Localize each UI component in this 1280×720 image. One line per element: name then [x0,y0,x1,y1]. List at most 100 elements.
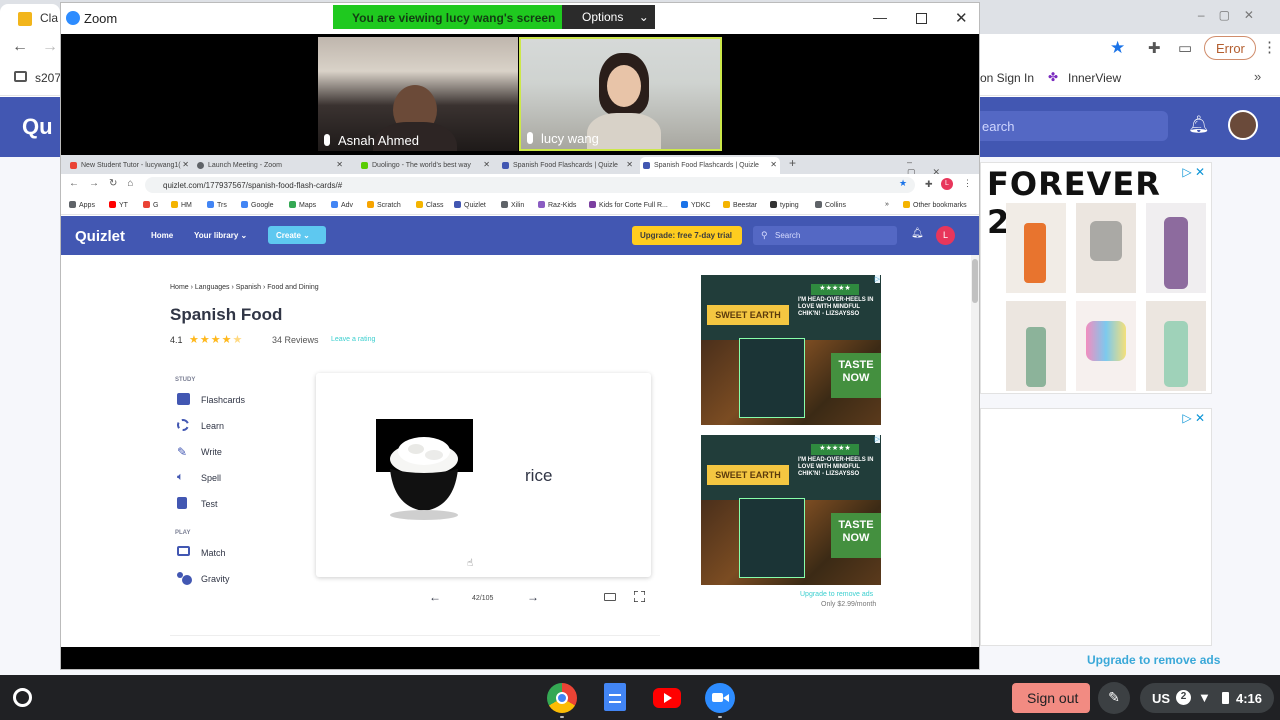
participant-video-lucy[interactable]: lucy wang [519,37,722,151]
participant-video-asnah[interactable]: Asnah Ahmed [318,37,518,151]
upgrade-remove-ads-link[interactable]: Upgrade to remove ads [800,591,873,598]
bookmark-ydkc[interactable]: YDKC [681,201,710,209]
bookmark-beestar[interactable]: Beestar [723,201,757,209]
close-tab-icon[interactable]: ✕ [336,160,343,169]
shared-screen[interactable]: New Student Tutor - lucywang1( ✕ Launch … [61,155,979,647]
create-button[interactable]: Create ⌄ [268,226,326,244]
flashcard[interactable]: rice ☝︎ [316,373,651,577]
profile-avatar[interactable]: L [941,178,953,190]
ad-choices-icon[interactable]: ▷ [874,435,880,443]
bookmark-raz-kids[interactable]: Raz-Kids [538,201,576,209]
bookmark-hm[interactable]: HM [171,201,192,209]
bookmark-class[interactable]: Class [416,201,444,209]
avatar[interactable]: L [936,226,955,245]
shared-tab-active[interactable]: Spanish Food Flashcards | Quizle ✕ [640,157,780,174]
ad-choices-icon[interactable]: ▷ [874,275,880,283]
forward-arrow-icon[interactable]: → [42,38,58,56]
close-tab-icon[interactable]: ✕ [626,160,633,169]
cast-icon[interactable]: ▭ [1178,39,1192,57]
upgrade-trial-button[interactable]: Upgrade: free 7-day trial [632,226,742,245]
notification-bell-icon[interactable]: 🔔︎ [911,228,924,239]
minimize-icon[interactable]: — [873,9,887,25]
status-tray[interactable]: US 2 ▼ 4:16 [1140,683,1274,713]
profile-error-button[interactable]: Error [1204,36,1256,60]
shared-tab[interactable]: Launch Meeting - Zoom ✕ [194,157,346,174]
bookmarks-overflow[interactable]: » [1254,69,1261,84]
bookmark-yt[interactable]: YT [109,201,128,209]
shared-tab[interactable]: New Student Tutor - lucywang1( ✕ [67,157,192,174]
chrome-app-icon[interactable] [547,683,577,713]
background-tab[interactable]: Cla [0,4,60,34]
nav-home[interactable]: Home [151,231,173,240]
sweet-earth-ad[interactable]: ▷ SWEET EARTH ★★★★★ I'M HEAD-OVER-HEELS … [701,275,881,425]
bookmark-trs[interactable]: Trs [207,201,227,209]
bookmark-star-icon[interactable]: ★ [899,178,907,189]
notification-bell-icon[interactable]: 🔔︎ [1188,115,1210,135]
match-icon [177,546,190,556]
bookmark-typing[interactable]: typing [770,201,799,209]
bookmark-xilin[interactable]: Xilin [501,201,524,209]
bookmark-quizlet[interactable]: Quizlet [454,201,486,209]
new-tab-icon[interactable]: + [789,156,796,170]
bookmark-star-icon[interactable]: ★ [1110,38,1125,58]
maximize-icon[interactable] [916,13,927,24]
sign-out-button[interactable]: Sign out [1012,683,1090,713]
sweet-earth-ad[interactable]: ▷ SWEET EARTH ★★★★★ I'M HEAD-OVER-HEELS … [701,435,881,585]
bookmark-innerview[interactable]: InnerView [1068,71,1121,85]
blank-ad[interactable]: ▷ ✕ [980,408,1212,646]
bookmark-collins[interactable]: Collins [815,201,846,209]
bookmark-apps[interactable]: Apps [69,201,95,209]
bookmark-g[interactable]: G [143,201,158,209]
background-window-controls[interactable]: –▢✕ [1198,8,1268,22]
extensions-puzzle-icon[interactable]: ✚ [925,179,933,190]
other-bookmarks[interactable]: Other bookmarks [903,201,967,209]
back-arrow-icon[interactable]: ← [12,38,28,56]
scrollbar-thumb[interactable] [972,259,978,303]
close-tab-icon[interactable]: ✕ [182,160,189,169]
close-icon[interactable]: ✕ [955,9,968,27]
leave-rating-link[interactable]: Leave a rating [331,336,375,343]
close-tab-icon[interactable]: ✕ [483,160,490,169]
view-options-button[interactable]: Options ⌄ [562,5,655,29]
launcher-icon[interactable] [13,688,32,707]
ad-product-tile [1006,203,1066,293]
address-bar[interactable]: quizlet.com/177937567/spanish-food-flash… [145,177,915,193]
navigation-icons[interactable]: ←→↻⌂ [69,178,143,189]
bookmark-sign-in[interactable]: on Sign In [980,71,1034,85]
bookmark-item[interactable]: s207 [35,71,61,85]
close-tab-icon[interactable]: ✕ [770,160,777,169]
bookmark-scratch[interactable]: Scratch [367,201,401,209]
forever21-ad[interactable]: FOREVER 21 ▷ ✕ [980,162,1212,394]
previous-card-arrow-icon[interactable]: ← [429,590,441,604]
search-input[interactable]: ⚲ Search [753,226,897,245]
nav-your-library[interactable]: Your library ⌄ [194,231,247,240]
zoom-app-icon[interactable] [705,683,735,713]
background-search-input[interactable]: earch [968,111,1168,141]
quizlet-logo[interactable]: Quizlet [75,228,125,245]
bookmark-kids-corte[interactable]: Kids for Corte Full R... [589,201,668,209]
avatar[interactable] [1228,110,1258,140]
ad-choices-icon[interactable]: ▷ ✕ [1182,165,1205,179]
menu-kebab-icon[interactable]: ⋮ [1262,38,1277,56]
bookmarks-overflow[interactable]: » [885,201,889,208]
menu-kebab-icon[interactable]: ⋮ [963,178,972,189]
wifi-icon: ▼ [1198,690,1211,705]
breadcrumb[interactable]: Home › Languages › Spanish › Food and Di… [170,284,319,291]
scrollbar[interactable] [971,255,979,647]
background-quizlet-logo[interactable]: Qu [22,114,53,140]
next-card-arrow-icon[interactable]: → [527,590,539,604]
docs-app-icon[interactable] [604,683,626,711]
bookmark-maps[interactable]: Maps [289,201,316,209]
keyboard-shortcuts-icon[interactable] [604,593,616,601]
shared-tab[interactable]: Duolingo - The world's best way ✕ [358,157,493,174]
youtube-app-icon[interactable] [653,688,681,708]
bookmark-adv[interactable]: Adv [331,201,353,209]
ad-brand: SWEET EARTH [707,305,789,325]
stylus-pen-icon[interactable]: ✎ [1098,682,1130,714]
ad-choices-icon[interactable]: ▷ ✕ [1182,411,1205,425]
extensions-puzzle-icon[interactable]: ✚ [1148,39,1161,57]
bookmark-google[interactable]: Google [241,201,274,209]
shared-tab[interactable]: Spanish Food Flashcards | Quizle ✕ [499,157,636,174]
fullscreen-icon[interactable] [634,591,645,602]
upgrade-remove-ads-link[interactable]: Upgrade to remove ads [1087,653,1220,667]
